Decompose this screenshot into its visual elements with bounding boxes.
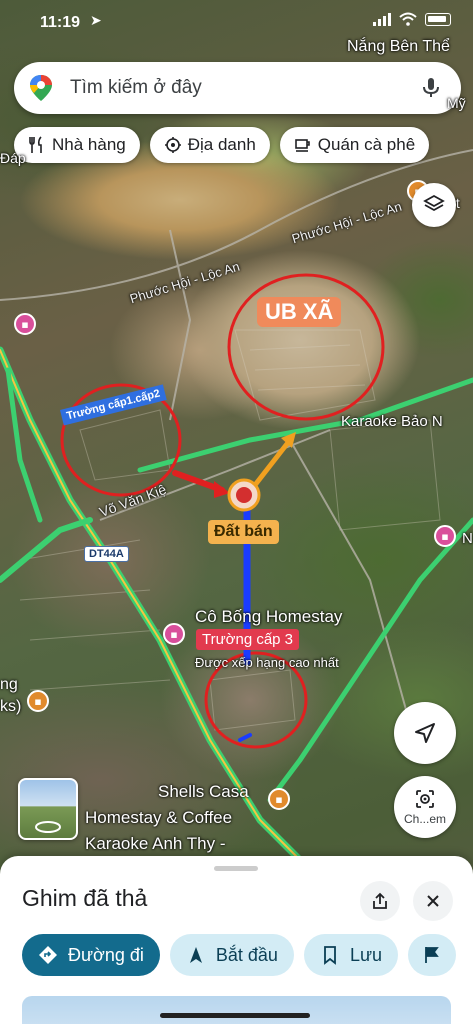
- action-buttons: Đường đi Bắt đầu Lưu: [22, 934, 457, 976]
- cafe-pin-icon[interactable]: ▪: [27, 690, 49, 712]
- place-subtitle: Được xếp hạng cao nhất: [195, 655, 339, 670]
- my-location-button[interactable]: [394, 702, 456, 764]
- place-label-homestay[interactable]: Cô Bống Homestay: [195, 607, 342, 627]
- place-label: ng: [0, 676, 18, 693]
- coffee-cup-icon: [294, 139, 310, 152]
- photo-preview[interactable]: [22, 996, 451, 1024]
- place-label: N: [462, 530, 473, 547]
- directions-button[interactable]: Đường đi: [22, 934, 160, 976]
- chip-cafes[interactable]: Quán cà phê: [279, 127, 430, 163]
- status-icons: [373, 12, 451, 26]
- home-indicator[interactable]: [160, 1013, 310, 1018]
- place-label-karaoke[interactable]: Karaoke Bảo N: [341, 413, 443, 430]
- layers-button[interactable]: [412, 183, 456, 227]
- road-phuoc-hoi-loc-an: [0, 149, 473, 301]
- annotation-school-cap3: Trường cấp 3: [196, 629, 300, 650]
- layers-icon: [423, 194, 445, 212]
- save-label: Lưu: [349, 944, 383, 965]
- chip-label: Nhà hàng: [52, 135, 126, 154]
- save-button[interactable]: Lưu: [303, 934, 399, 976]
- lens-camera-icon: [416, 790, 434, 808]
- share-button[interactable]: [360, 881, 400, 921]
- cafe-pin-icon[interactable]: ▪: [268, 788, 290, 810]
- place-label[interactable]: Nắng Bên Thể: [347, 38, 450, 56]
- rotate-360-icon: [35, 821, 61, 833]
- lens-label: Ch...em: [403, 812, 446, 826]
- status-bar: 11:19 ➤: [0, 8, 473, 36]
- cellular-signal-icon: [373, 12, 391, 26]
- directions-label: Đường đi: [68, 944, 144, 965]
- start-button[interactable]: Bắt đầu: [169, 934, 294, 976]
- close-button[interactable]: [413, 881, 453, 921]
- lens-button[interactable]: Ch...em: [394, 776, 456, 838]
- flag-icon: [425, 947, 439, 963]
- navigation-arrow-icon: [415, 723, 435, 743]
- microphone-icon[interactable]: [419, 76, 443, 100]
- location-arrow-icon: ➤: [90, 13, 102, 29]
- search-input[interactable]: Tìm kiếm ở đây: [70, 77, 419, 99]
- hotel-pin-icon[interactable]: ▪: [434, 525, 456, 547]
- category-chips: Nhà hàng Địa danh Quán cà phê: [14, 127, 430, 163]
- place-label: Mỹ: [447, 95, 466, 111]
- directions-icon: [39, 946, 57, 964]
- start-label: Bắt đầu: [215, 944, 278, 965]
- search-bar[interactable]: Tìm kiếm ở đây: [14, 62, 461, 114]
- chip-label: Địa danh: [187, 135, 256, 154]
- place-label: ks): [0, 698, 22, 715]
- place-label: Đáp: [0, 150, 26, 166]
- chip-label: Quán cà phê: [317, 135, 416, 154]
- bookmark-icon: [324, 946, 336, 965]
- battery-icon: [425, 12, 451, 26]
- sheet-drag-handle[interactable]: [214, 866, 258, 871]
- sheet-title: Ghim đã thả: [22, 885, 148, 911]
- place-label-shells[interactable]: Shells Casa: [158, 782, 249, 802]
- route-shield: DT44A: [84, 546, 129, 562]
- wifi-icon: [399, 12, 417, 26]
- street-view-thumbnail[interactable]: [18, 778, 78, 840]
- chip-landmarks[interactable]: Địa danh: [149, 127, 270, 163]
- hotel-pin-icon[interactable]: ▪: [14, 313, 36, 335]
- share-icon: [373, 892, 387, 909]
- place-label-shells-2[interactable]: Homestay & Coffee: [85, 808, 232, 828]
- fork-knife-icon: [29, 136, 42, 153]
- maps-pin-logo-icon: [30, 75, 52, 101]
- navigation-arrow-icon: [189, 947, 202, 963]
- more-actions-button[interactable]: [408, 934, 457, 976]
- place-label-karaoke-thy[interactable]: Karaoke Anh Thy -: [85, 834, 226, 854]
- annotation-ub-xa: UB XÃ: [257, 297, 342, 327]
- place-bottom-sheet[interactable]: Ghim đã thả Đường đi Bắt đầu Lưu: [0, 856, 473, 1024]
- chip-restaurants[interactable]: Nhà hàng: [14, 127, 140, 163]
- dropped-pin-marker: [227, 478, 261, 512]
- status-time: 11:19: [40, 14, 81, 31]
- landmark-icon: [164, 137, 181, 153]
- annotation-land-for-sale: Đất bán: [208, 520, 279, 544]
- close-icon: [427, 895, 439, 907]
- hotel-pin-icon[interactable]: ▪: [163, 623, 185, 645]
